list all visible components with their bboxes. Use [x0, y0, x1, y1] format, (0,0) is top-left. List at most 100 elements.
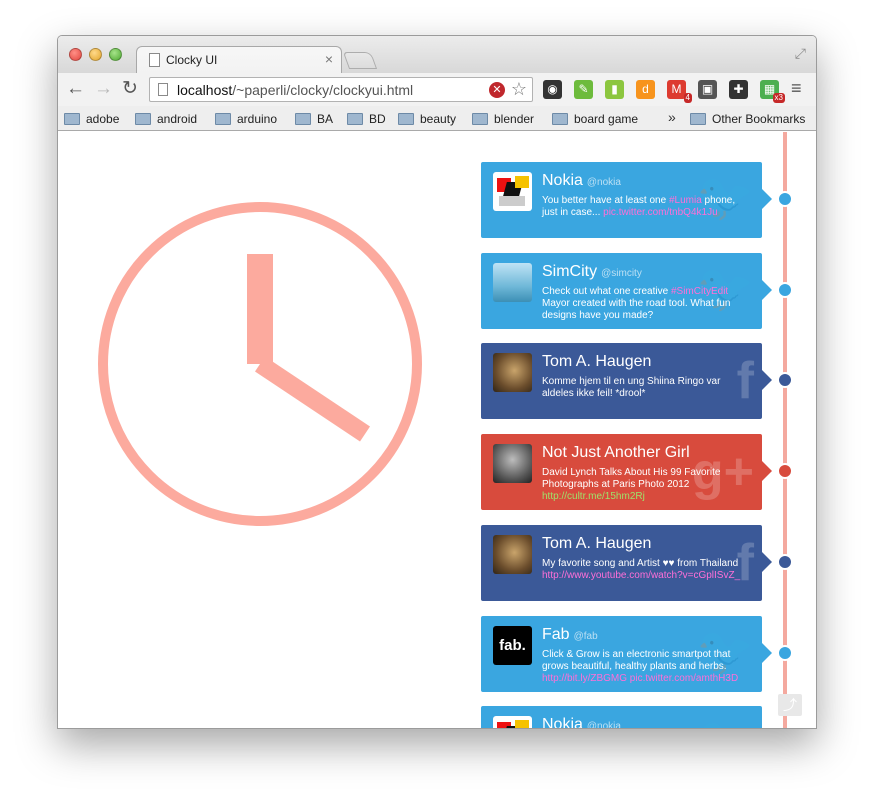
post-pointer: [762, 189, 772, 209]
address-bar[interactable]: localhost/~paperli/clocky/clockyui.html …: [149, 77, 533, 102]
gmail-icon[interactable]: M4: [667, 80, 692, 103]
tab-title: Clocky UI: [166, 53, 218, 67]
share-icon[interactable]: ⤴: [778, 694, 802, 716]
timeline-post-twitter[interactable]: 🐦 Nokia@nokia: [481, 706, 762, 729]
timeline-dot[interactable]: [777, 644, 793, 661]
hashtag-link[interactable]: #SimCityEdit: [671, 286, 728, 297]
timeline-dot[interactable]: [777, 281, 793, 298]
author-name: Not Just Another Girl: [542, 444, 690, 462]
camera-icon[interactable]: ◉: [543, 80, 562, 99]
avatar[interactable]: fab.: [493, 625, 532, 665]
post-link[interactable]: http://bit.ly/ZBGMG pic.twitter.com/amth…: [542, 673, 747, 685]
menu-icon[interactable]: ≡: [791, 78, 802, 98]
screenshot-icon[interactable]: ▣: [698, 80, 717, 99]
timeline-post-facebook[interactable]: f Tom A. Haugen Komme hjem til en ung Shii…: [481, 343, 772, 420]
avatar[interactable]: [493, 172, 532, 211]
bookmark-adobe[interactable]: adobe: [64, 110, 119, 127]
avatar[interactable]: [493, 444, 532, 484]
badge: 4: [683, 93, 692, 103]
folder-icon: [295, 112, 311, 125]
more-bookmarks-button[interactable]: »: [668, 109, 676, 125]
browser-window: Clocky UI × ⤢ ← → ↻ localhost/~paperli/c…: [57, 35, 817, 729]
close-window-button[interactable]: [69, 48, 82, 61]
page-icon: [149, 53, 160, 67]
avatar[interactable]: [493, 716, 532, 728]
bookmark-star-icon[interactable]: ☆: [511, 79, 527, 100]
bookmark-other[interactable]: Other Bookmarks: [690, 110, 805, 127]
timeline-line: [783, 132, 787, 728]
timeline-post-twitter[interactable]: 🐦 fab. Fab @fab Click & Grow is an electroni…: [481, 615, 772, 692]
post-link[interactable]: pic.twitter.com/tnbQ4k1Ju: [603, 207, 718, 218]
bookmark-blender[interactable]: blender: [472, 110, 534, 127]
bookmarks-bar: adobe android arduino BA BD beauty blend…: [58, 106, 816, 131]
folder-icon: [64, 112, 80, 125]
post-pointer: [762, 551, 772, 572]
post-text: Click & Grow is an electronic smartpot t…: [542, 649, 747, 685]
folder-icon: [472, 112, 488, 125]
timeline-post-facebook[interactable]: f Tom A. Haugen My favorite song and Artis…: [481, 524, 772, 601]
post-author[interactable]: Not Just Another Girl: [542, 444, 690, 462]
author-name: Tom A. Haugen: [542, 353, 652, 371]
bookmark-arduino[interactable]: arduino: [215, 110, 277, 127]
folder-icon: [398, 112, 414, 125]
timeline-dot[interactable]: [777, 372, 793, 389]
tab-close-icon[interactable]: ×: [325, 51, 333, 67]
palette-icon[interactable]: ▦ x3: [760, 80, 785, 103]
d-icon[interactable]: d: [636, 80, 655, 99]
timeline-dot[interactable]: [777, 191, 793, 207]
post-text: Komme hjem til en ung Shiina Ringo var a…: [542, 376, 721, 400]
post-author[interactable]: Tom A. Haugen: [542, 353, 651, 371]
avatar[interactable]: [493, 534, 532, 574]
puzzle-icon[interactable]: ✚: [729, 80, 748, 99]
minimize-window-button[interactable]: [89, 48, 102, 61]
post-pointer: [762, 370, 772, 391]
bookmark-android[interactable]: android: [135, 110, 197, 127]
post-pointer: [762, 279, 772, 300]
url-text[interactable]: localhost/~paperli/clocky/clockyui.html: [177, 82, 413, 98]
post-author[interactable]: Nokia @nokia: [542, 172, 621, 190]
post-link[interactable]: http://www.youtube.com/watch?v=cGplISvZ_: [542, 570, 747, 582]
back-button[interactable]: ←: [66, 79, 85, 99]
bookmark-ba[interactable]: BA: [295, 110, 333, 127]
post-text: Check out what one creative #SimCityEdit…: [542, 285, 731, 321]
bar-icon[interactable]: ▮: [605, 80, 624, 99]
clock-face: [98, 202, 422, 526]
post-text: David Lynch Talks About His 99 Favorite …: [542, 467, 747, 503]
blocked-icon[interactable]: ✕: [489, 82, 505, 98]
new-tab-button[interactable]: [342, 52, 378, 69]
post-text: My favorite song and Artist ♥♥ from Thai…: [542, 558, 747, 582]
author-handle: @nokia: [586, 177, 621, 188]
author-name: Tom A. Haugen: [542, 534, 652, 552]
avatar[interactable]: [493, 262, 532, 302]
timeline-dot[interactable]: [777, 553, 793, 570]
timeline-post-gplus[interactable]: g+ Not Just Another Girl David Lynch Talks…: [481, 434, 772, 511]
post-author[interactable]: Tom A. Haugen: [542, 535, 651, 553]
bookmark-board-game[interactable]: board game: [552, 110, 638, 127]
reload-button[interactable]: ↻: [122, 79, 138, 99]
post-link[interactable]: http://cultr.me/15hm2Rj: [542, 491, 747, 503]
fullscreen-icon[interactable]: ⤢: [795, 45, 806, 62]
hashtag-link[interactable]: #Lumia: [669, 195, 702, 206]
forward-button[interactable]: →: [94, 79, 113, 99]
post-author[interactable]: Fab @fab: [542, 626, 598, 644]
folder-icon: [552, 112, 568, 125]
bookmark-beauty[interactable]: beauty: [398, 110, 456, 127]
post-pointer: [762, 461, 772, 482]
author-handle: @nokia: [586, 721, 621, 729]
timeline-post-twitter[interactable]: 🐦 Nokia @nokia You better have at least one…: [481, 162, 772, 238]
bookmark-bd[interactable]: BD: [347, 110, 386, 127]
timeline-dot[interactable]: [777, 463, 793, 480]
author-name: Nokia: [542, 172, 583, 189]
evernote-feed-icon[interactable]: ✎: [574, 80, 593, 99]
timeline-post-twitter[interactable]: 🐦 SimCity @simcity Check out what one creat…: [481, 252, 772, 329]
tab-clocky-ui[interactable]: Clocky UI ×: [136, 46, 342, 74]
author-name: Nokia: [542, 716, 583, 729]
post-author[interactable]: Nokia @nokia: [542, 716, 621, 729]
author-name: Fab: [542, 625, 570, 643]
page-icon: [158, 83, 168, 96]
folder-icon: [215, 112, 231, 125]
zoom-window-button[interactable]: [109, 48, 122, 61]
post-author[interactable]: SimCity @simcity: [542, 263, 642, 281]
author-name: SimCity: [542, 262, 598, 280]
avatar[interactable]: [493, 353, 532, 393]
